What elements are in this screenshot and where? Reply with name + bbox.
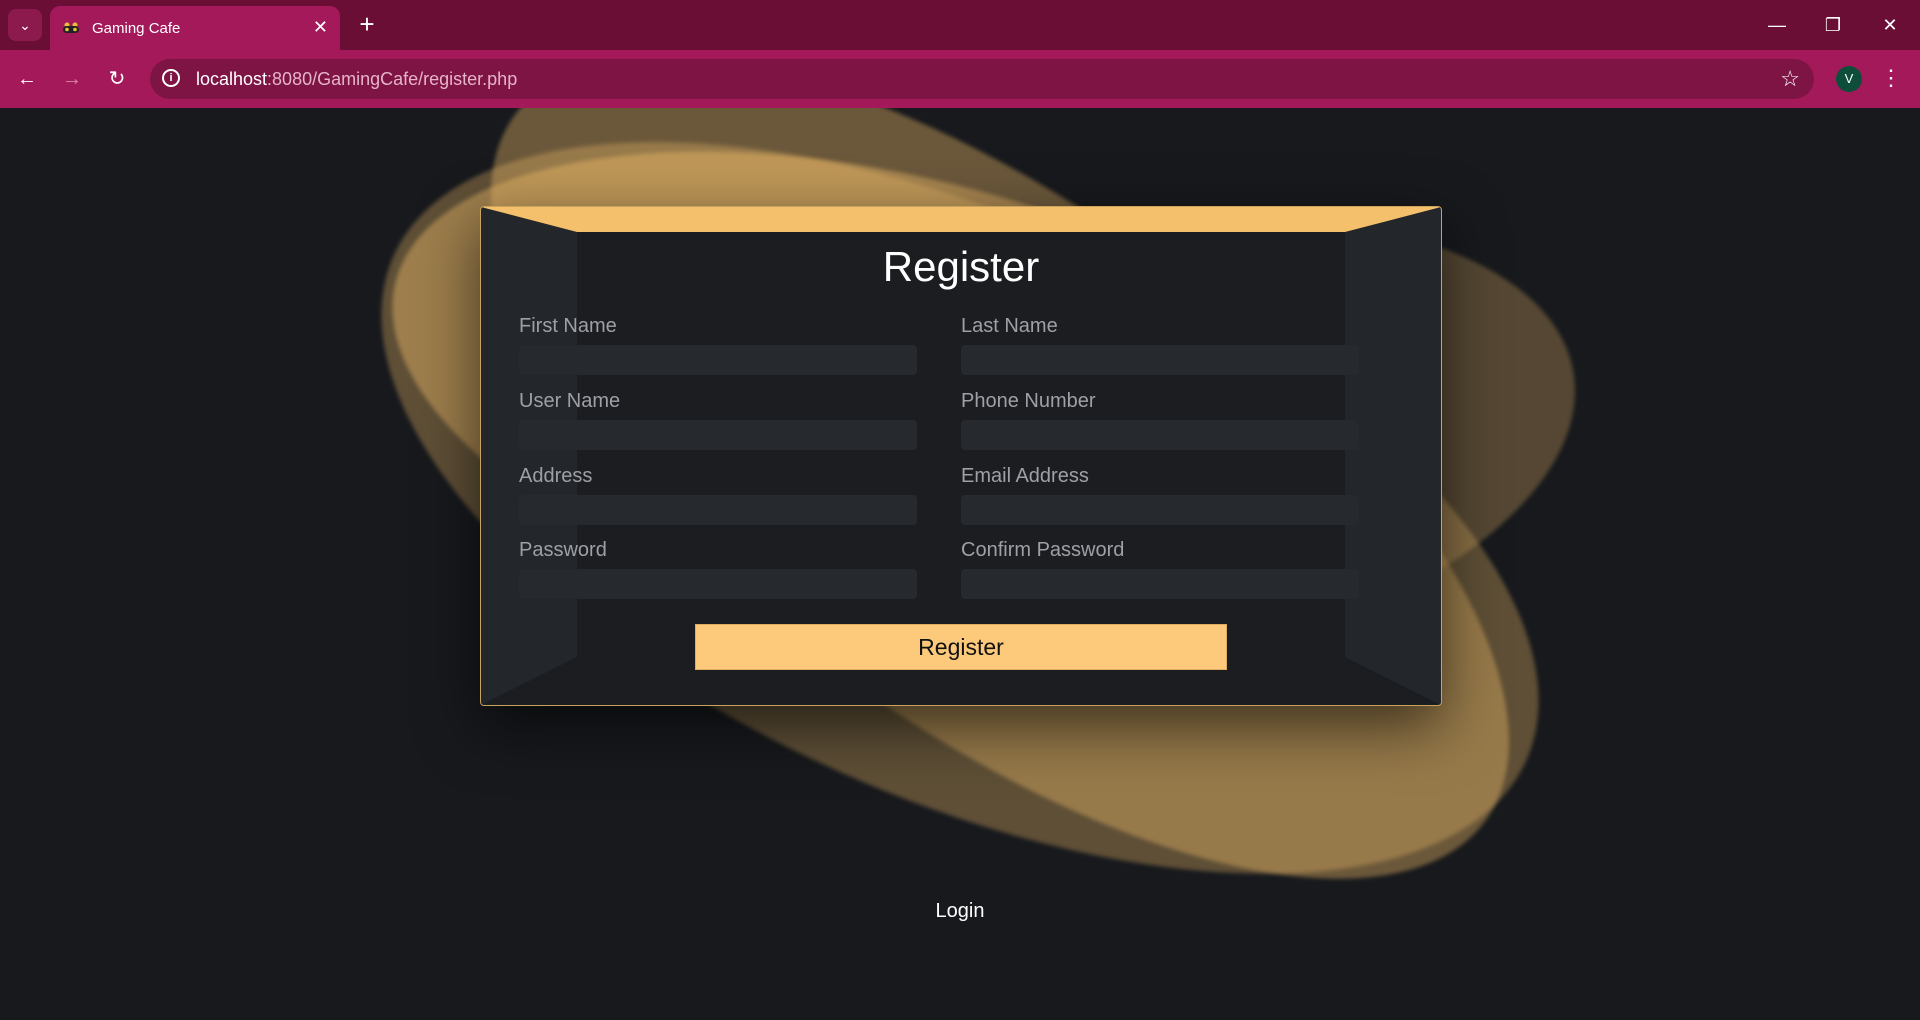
profile-avatar[interactable]: V	[1836, 66, 1862, 92]
password-input[interactable]	[519, 569, 917, 599]
first-name-label: First Name	[519, 315, 617, 337]
user-name-label: User Name	[519, 390, 621, 412]
login-link[interactable]: Login	[0, 900, 1920, 923]
user-name-input[interactable]	[519, 420, 917, 450]
page-body: Register First Name Last Name User Name …	[0, 108, 1920, 1020]
address-input[interactable]	[519, 495, 917, 525]
last-name-input[interactable]	[961, 345, 1359, 375]
browser-tab-bar: ⌄ Gaming Cafe ✕ + — ❐ ✕	[0, 0, 1920, 50]
gamepad-icon	[63, 22, 79, 33]
forward-icon[interactable]: →	[58, 65, 86, 93]
register-card: Register First Name Last Name User Name …	[480, 206, 1442, 706]
card-top-strip	[481, 207, 1441, 232]
bookmark-star-icon[interactable]: ☆	[1780, 66, 1800, 92]
reload-icon[interactable]: ↻	[103, 65, 131, 93]
last-name-label: Last Name	[961, 315, 1058, 337]
browser-toolbar: ← → ↻ i localhost:8080/GamingCafe/regist…	[0, 50, 1920, 108]
chevron-down-icon: ⌄	[19, 16, 31, 33]
new-tab-button[interactable]: +	[352, 10, 382, 40]
tab-search-button[interactable]: ⌄	[8, 9, 42, 41]
site-info-icon[interactable]: i	[162, 69, 180, 87]
email-address-label: Email Address	[961, 465, 1089, 487]
back-icon[interactable]: ←	[13, 65, 41, 93]
close-tab-icon[interactable]: ✕	[313, 17, 328, 37]
restore-button[interactable]: ❐	[1813, 12, 1853, 38]
page-title: Register	[882, 243, 1040, 290]
confirm-password-label: Confirm Password	[961, 539, 1125, 561]
phone-number-input[interactable]	[961, 420, 1359, 450]
close-window-button[interactable]: ✕	[1870, 12, 1910, 38]
confirm-password-input[interactable]	[961, 569, 1359, 599]
password-label: Password	[519, 539, 607, 561]
browser-tab[interactable]: Gaming Cafe ✕	[50, 6, 340, 50]
phone-number-label: Phone Number	[961, 390, 1096, 412]
register-button[interactable]: Register	[695, 624, 1227, 670]
email-address-input[interactable]	[961, 495, 1359, 525]
url-text: localhost:8080/GamingCafe/register.php	[196, 69, 518, 89]
tab-title: Gaming Cafe	[92, 19, 181, 37]
address-label: Address	[519, 465, 593, 487]
browser-menu-icon[interactable]: ⋮	[1880, 64, 1902, 92]
address-bar[interactable]: i localhost:8080/GamingCafe/register.php…	[150, 59, 1814, 99]
minimize-button[interactable]: —	[1757, 12, 1797, 38]
first-name-input[interactable]	[519, 345, 917, 375]
